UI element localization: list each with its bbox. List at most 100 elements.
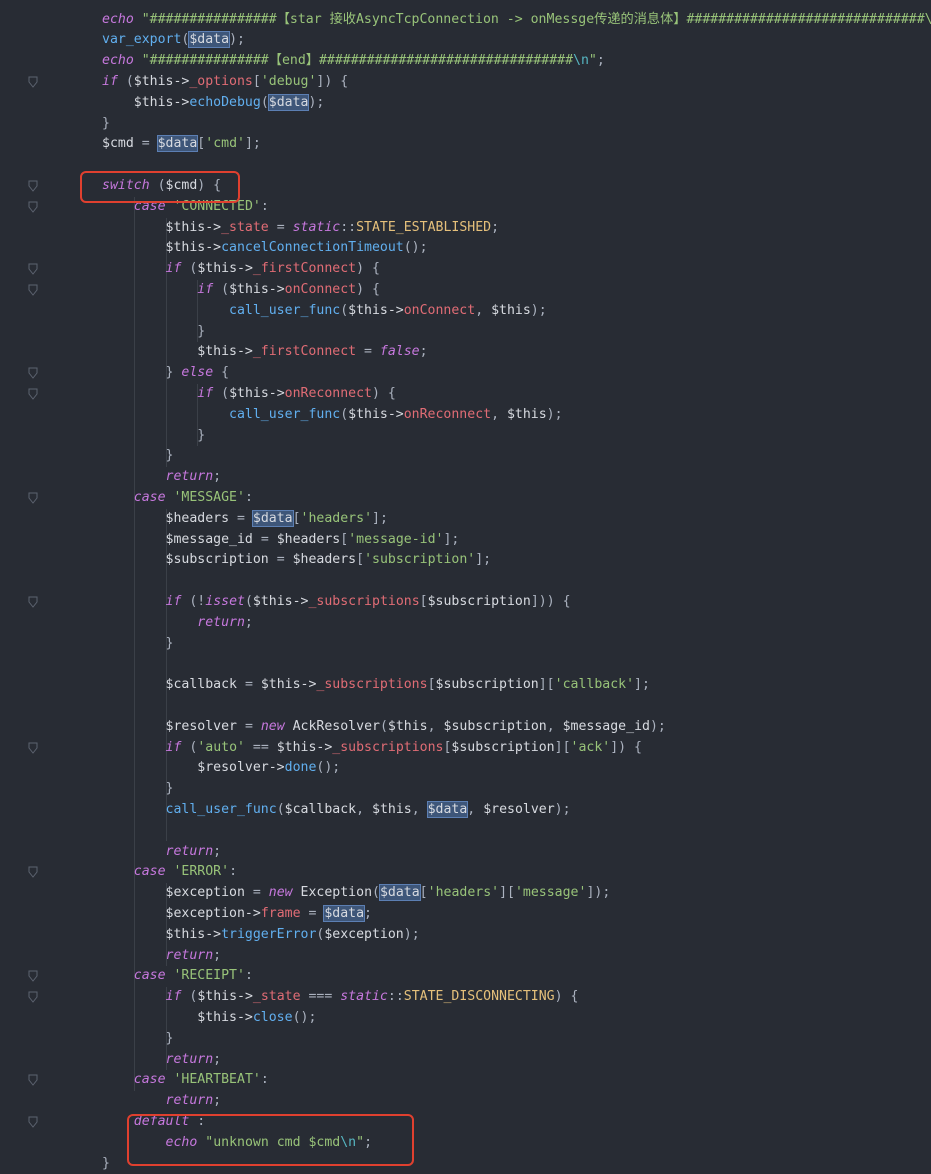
code-token [102,344,197,359]
fold-marker-icon[interactable] [28,492,38,504]
code-token: ( [181,740,197,755]
code-line[interactable]: echo "################【star 接收AsyncTcpCo… [102,10,931,31]
code-editor[interactable]: echo "################【star 接收AsyncTcpCo… [0,0,931,1170]
code-line[interactable]: return; [102,467,221,488]
code-token: $this-> [197,989,253,1004]
code-token: if [166,594,182,609]
code-token: 'subscription' [364,552,475,567]
fold-marker-icon[interactable] [28,742,38,754]
code-line[interactable]: $this->close(); [102,1008,316,1029]
code-line[interactable]: call_user_func($this->onReconnect, $this… [102,405,563,426]
code-token: onReconnect [404,407,491,422]
code-line[interactable]: $this->triggerError($exception); [102,925,420,946]
code-line[interactable]: } [102,1029,173,1050]
code-token: $resolver [166,719,237,734]
code-token [102,240,166,255]
code-token: ( [372,885,380,900]
fold-marker-icon[interactable] [28,866,38,878]
code-token: $this-> [229,282,285,297]
code-line[interactable]: return; [102,613,253,634]
code-line[interactable]: } [102,634,173,655]
code-token: : [261,1072,269,1087]
code-line[interactable]: } [102,114,110,135]
code-token: $this-> [197,261,253,276]
code-line[interactable]: $callback = $this->_subscriptions[$subsc… [102,675,650,696]
code-line[interactable]: echo "###############【end】##############… [102,51,605,72]
code-token: false [380,344,420,359]
code-line[interactable]: case 'RECEIPT': [102,966,253,987]
code-line[interactable]: if ($this->onConnect) { [102,280,380,301]
code-token: === [301,989,341,1004]
code-line[interactable]: if ($this->_options['debug']) { [102,72,348,93]
code-line[interactable]: $this->_state = static::STATE_ESTABLISHE… [102,218,499,239]
fold-marker-icon[interactable] [28,388,38,400]
code-token: cancelConnectionTimeout [221,240,404,255]
fold-marker-icon[interactable] [28,970,38,982]
code-line[interactable]: return; [102,946,221,967]
code-line[interactable]: $exception->frame = $data; [102,904,372,925]
code-line[interactable]: } [102,1154,110,1174]
code-token: 'ack' [571,740,611,755]
code-line[interactable]: $subscription = $headers['subscription']… [102,550,491,571]
code-line[interactable]: if (!isset($this->_subscriptions[$subscr… [102,592,571,613]
code-token: ); [404,927,420,942]
code-token [102,532,166,547]
code-line[interactable]: case 'MESSAGE': [102,488,253,509]
code-line[interactable]: var_export($data); [102,30,245,51]
code-token: $exception-> [166,906,261,921]
code-line[interactable]: } [102,446,173,467]
code-line[interactable]: return; [102,1091,221,1112]
code-token: $this [507,407,547,422]
code-line[interactable]: $resolver = new AckResolver($this, $subs… [102,717,666,738]
code-token: if [166,261,182,276]
code-line[interactable]: $cmd = $data['cmd']; [102,134,261,155]
code-token: 'ERROR' [173,864,229,879]
code-line[interactable]: } [102,426,205,447]
code-token: var_export [102,32,181,47]
fold-marker-icon[interactable] [28,1116,38,1128]
fold-marker-icon[interactable] [28,263,38,275]
code-line[interactable]: return; [102,1050,221,1071]
code-token: ); [229,32,245,47]
code-token: onConnect [404,303,475,318]
fold-marker-icon[interactable] [28,367,38,379]
code-token [102,927,166,942]
fold-marker-icon[interactable] [28,180,38,192]
code-line[interactable]: $exception = new Exception($data['header… [102,883,610,904]
code-token: ) { [372,386,396,401]
code-token: close [253,1010,293,1025]
code-token: $this-> [166,927,222,942]
code-line[interactable]: } else { [102,363,229,384]
code-line[interactable]: $this->_firstConnect = false; [102,342,428,363]
highlighted-token: $data [269,95,309,110]
fold-marker-icon[interactable] [28,284,38,296]
code-token: ( [340,303,348,318]
code-line[interactable]: $headers = $data['headers']; [102,509,388,530]
code-token: ); [547,407,563,422]
fold-marker-icon[interactable] [28,991,38,1003]
code-line[interactable]: $this->echoDebug($data); [102,93,324,114]
code-line[interactable]: case 'HEARTBEAT': [102,1070,269,1091]
code-line[interactable]: if ('auto' == $this->_subscriptions[$sub… [102,738,642,759]
code-token [102,760,197,775]
code-line[interactable]: } [102,779,173,800]
code-line[interactable]: $message_id = $headers['message-id']; [102,530,459,551]
code-token: ]) { [610,740,642,755]
code-line[interactable]: if ($this->_firstConnect) { [102,259,380,280]
code-line[interactable]: $this->cancelConnectionTimeout(); [102,238,428,259]
code-line[interactable]: call_user_func($this->onConnect, $this); [102,301,547,322]
code-line[interactable]: call_user_func($callback, $this, $data, … [102,800,571,821]
code-token: $this-> [134,74,190,89]
code-line[interactable]: } [102,322,205,343]
code-line[interactable]: if ($this->_state === static::STATE_DISC… [102,987,578,1008]
fold-marker-icon[interactable] [28,1074,38,1086]
code-line[interactable]: $resolver->done(); [102,758,340,779]
fold-marker-icon[interactable] [28,76,38,88]
code-line[interactable]: return; [102,842,221,863]
code-token: 'MESSAGE' [173,490,244,505]
code-token: echo [102,12,134,27]
code-line[interactable]: if ($this->onReconnect) { [102,384,396,405]
fold-marker-icon[interactable] [28,596,38,608]
fold-marker-icon[interactable] [28,201,38,213]
code-line[interactable]: case 'ERROR': [102,862,237,883]
